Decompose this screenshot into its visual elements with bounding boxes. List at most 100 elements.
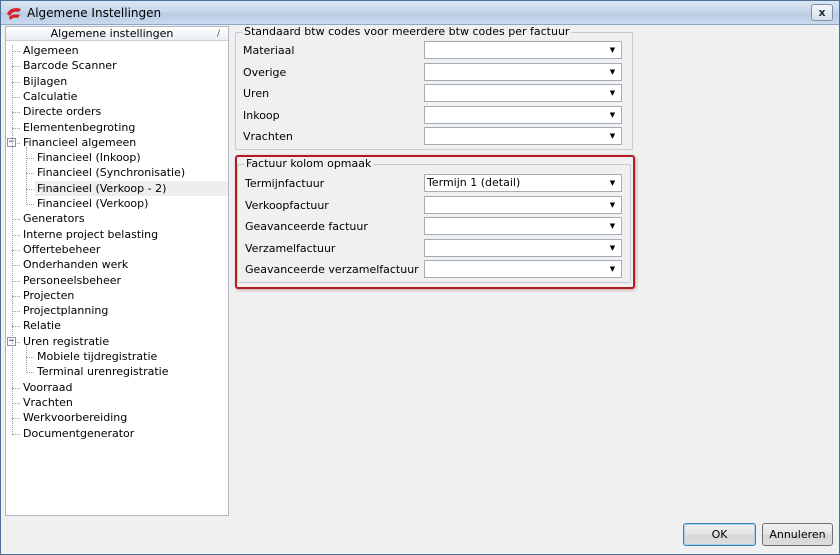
tree-item-algemeen[interactable]: Algemeen [21, 43, 83, 58]
tree-connector [12, 387, 20, 389]
chevron-down-icon[interactable]: ▼ [605, 43, 620, 57]
factuur-group-title: Factuur kolom opmaak [244, 157, 374, 170]
factuur-kolom-group: Factuur kolom opmaak Termijnfactuur Termi… [237, 158, 631, 283]
chevron-down-icon[interactable]: ▼ [605, 108, 620, 122]
tree-connector [12, 96, 20, 98]
tree-trunk-line [12, 45, 13, 434]
tree-connector [12, 295, 20, 297]
tree-connector [12, 112, 20, 114]
chevron-down-icon[interactable]: ▼ [605, 65, 620, 79]
label-verzamelfactuur: Verzamelfactuur [245, 241, 336, 255]
label-geavanceerde-factuur: Geavanceerde factuur [245, 220, 368, 233]
tree-branch-line [26, 146, 27, 205]
tree-item-financieel-inkoop[interactable]: Financieel (Inkoop) [35, 150, 145, 165]
label-materiaal: Materiaal [243, 44, 295, 57]
materiaal-dropdown[interactable]: ▼ [424, 41, 622, 59]
title-bar[interactable]: Algemene Instellingen x [1, 1, 839, 25]
tree-connector [12, 219, 20, 221]
chevron-down-icon[interactable]: ▼ [605, 176, 620, 190]
tree-item-projectplanning[interactable]: Projectplanning [21, 303, 112, 318]
tree-connector [12, 280, 20, 282]
tree-item-documentgenerator[interactable]: Documentgenerator [21, 426, 138, 441]
tree-connector [12, 433, 20, 435]
btw-group-title: Standaard btw codes voor meerdere btw co… [242, 25, 572, 38]
geavanceerde-verzamelfactuur-dropdown[interactable]: ▼ [424, 260, 622, 278]
tree-item-generators[interactable]: Generators [21, 211, 89, 226]
tree-item-werkvoorbereiding[interactable]: Werkvoorbereiding [21, 410, 131, 425]
label-inkoop: Inkoop [243, 108, 280, 122]
tree-connector [26, 158, 34, 160]
label-termijnfactuur: Termijnfactuur [245, 177, 325, 190]
chevron-down-icon[interactable]: ▼ [605, 262, 620, 276]
tree-item-projecten[interactable]: Projecten [21, 288, 78, 303]
tree-item-bijlagen[interactable]: Bijlagen [21, 74, 71, 89]
app-logo-icon [7, 8, 21, 20]
tree-item-personeelsbeheer[interactable]: Personeelsbeheer [21, 273, 125, 288]
tree-connector [26, 357, 34, 358]
tree-connector [12, 402, 20, 404]
label-verkoopfactuur: Verkoopfactuur [245, 198, 329, 212]
chevron-down-icon[interactable]: ▼ [605, 129, 620, 143]
tree-item-terminal-urenregistratie[interactable]: Terminal urenregistratie [35, 364, 173, 379]
tree-header-label: Algemene instellingen [50, 27, 174, 40]
tree-connector [12, 234, 20, 236]
tree-connector [12, 311, 20, 313]
tree-item-onderhanden-werk[interactable]: Onderhanden werk [21, 257, 132, 272]
window-title: Algemene Instellingen [27, 6, 162, 20]
ok-button[interactable]: OK [683, 523, 756, 546]
tree-connector [12, 127, 20, 129]
tree-column-header[interactable]: Algemene instellingen / [6, 27, 228, 41]
tree-connector [26, 372, 34, 374]
tree-item-uren-registratie[interactable]: Uren registratie [21, 334, 113, 349]
tree-connector [26, 173, 34, 175]
tree-item-calculatie[interactable]: Calculatie [21, 89, 81, 104]
label-vrachten: Vrachten [243, 130, 293, 143]
chevron-down-icon[interactable]: ▼ [605, 241, 620, 255]
tree-branch-line [26, 345, 27, 374]
tree-item-vrachten[interactable]: Vrachten [21, 395, 77, 410]
geavanceerde-factuur-dropdown[interactable]: ▼ [424, 217, 622, 235]
tree-item-relatie[interactable]: Relatie [21, 318, 65, 333]
label-geavanceerde-verzamelfactuur: Geavanceerde verzamelfactuur [245, 263, 419, 276]
tree-connector [12, 249, 20, 251]
tree-item-financieel-algemeen[interactable]: Financieel algemeen [21, 135, 140, 150]
close-icon: x [818, 6, 826, 19]
settings-window: Algemene Instellingen x Algemene instell… [0, 0, 840, 555]
vrachten-dropdown[interactable]: ▼ [424, 127, 622, 145]
tree-item-directe-orders[interactable]: Directe orders [21, 104, 105, 119]
overige-dropdown[interactable]: ▼ [424, 62, 622, 81]
tree-connector [12, 265, 20, 267]
chevron-down-icon[interactable]: ▼ [605, 198, 620, 212]
close-button[interactable]: x [811, 4, 833, 21]
chevron-down-icon[interactable]: ▼ [605, 219, 620, 233]
tree-item-offertebeheer[interactable]: Offertebeheer [21, 242, 104, 257]
sort-indicator-icon: / [216, 29, 220, 39]
verzamelfactuur-dropdown[interactable]: ▼ [424, 238, 622, 257]
termijnfactuur-selected-value: Termijn 1 (detail) [427, 176, 521, 189]
termijnfactuur-dropdown[interactable]: Termijn 1 (detail) ▼ [424, 174, 622, 192]
uren-dropdown[interactable]: ▼ [424, 84, 622, 102]
tree-item-voorraad[interactable]: Voorraad [21, 380, 76, 395]
cancel-button[interactable]: Annuleren [762, 523, 833, 546]
chevron-down-icon[interactable]: ▼ [605, 86, 620, 100]
verkoopfactuur-dropdown[interactable]: ▼ [424, 195, 622, 214]
label-overige: Overige [243, 65, 287, 79]
tree-item-elementenbegroting[interactable]: Elementenbegroting [21, 120, 139, 135]
tree-connector [12, 418, 20, 420]
tree-connector [12, 51, 20, 52]
tree-item-financieel-verkoop[interactable]: Financieel (Verkoop) [35, 196, 152, 211]
tree-connector [12, 81, 20, 83]
tree-item-mobiele-tijdregistratie[interactable]: Mobiele tijdregistratie [35, 349, 161, 364]
inkoop-dropdown[interactable]: ▼ [424, 105, 622, 124]
tree-connector [12, 326, 20, 328]
btw-codes-group: Standaard btw codes voor meerdere btw co… [235, 26, 633, 150]
tree-item-interne-project-belasting[interactable]: Interne project belasting [21, 227, 162, 242]
tree-connector [26, 188, 34, 190]
label-uren: Uren [243, 87, 270, 100]
settings-tree[interactable]: Algemene instellingen / Algemeen Barcode … [5, 26, 229, 516]
tree-item-financieel-synchronisatie[interactable]: Financieel (Synchronisatie) [35, 165, 189, 180]
tree-item-financieel-verkoop-2[interactable]: Financieel (Verkoop - 2) [35, 180, 228, 196]
tree-connector [26, 204, 34, 205]
tree-connector [12, 66, 20, 68]
tree-item-barcode-scanner[interactable]: Barcode Scanner [21, 58, 121, 73]
